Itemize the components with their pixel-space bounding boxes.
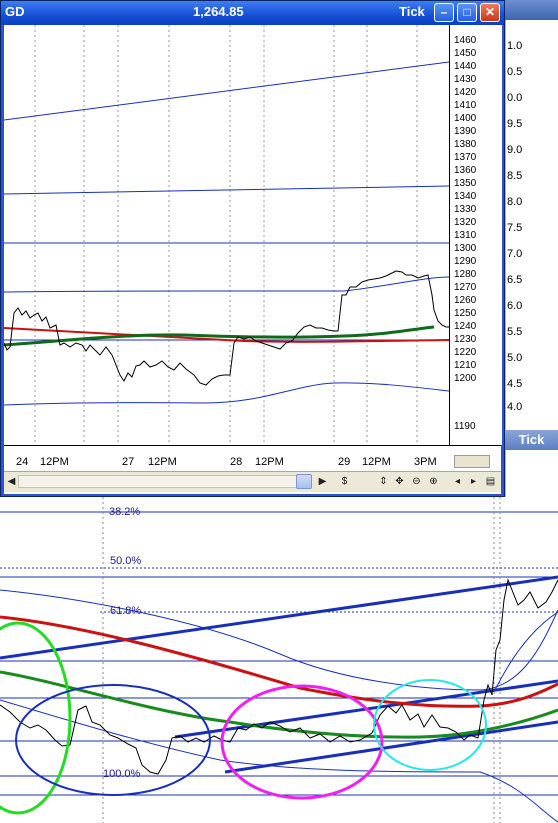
- xtick: 12PM: [362, 456, 391, 468]
- chart-window[interactable]: GD 1,264.85 Tick – □ ✕ 1460 1450 1440 14…: [0, 0, 505, 497]
- band-lower-thin: [0, 699, 558, 823]
- ytick: 1460: [454, 35, 477, 46]
- xtick: 28: [230, 456, 243, 468]
- chart-toolbar[interactable]: ◀ ▶ $ ⇕ ✥ ⊖ ⊕ ◂ ▸ ▤: [4, 471, 501, 492]
- price-plot[interactable]: [4, 25, 449, 445]
- xtick: 27: [122, 456, 135, 468]
- xtick: 12PM: [255, 456, 284, 468]
- ytick: 1230: [454, 334, 477, 345]
- ytick: 1390: [454, 126, 477, 137]
- ytick2: 9.0: [507, 144, 523, 156]
- chart-area[interactable]: 1460 1450 1440 1430 1420 1410 1400 1390 …: [4, 25, 502, 494]
- band-lower: [4, 382, 449, 406]
- ytick: 1280: [454, 269, 477, 280]
- ytick: 1220: [454, 347, 477, 358]
- ytick: 1320: [454, 217, 477, 228]
- band-upper: [4, 276, 449, 293]
- ma-green-top: [4, 325, 435, 347]
- trend-upper: [0, 575, 558, 660]
- ytick: 1250: [454, 308, 477, 319]
- background-window-titlebar[interactable]: [505, 0, 558, 20]
- secondary-scale: 1.0 0.5 0.0 9.5 9.0 8.5 8.0 7.5 7.0 6.5 …: [507, 40, 547, 420]
- move-icon[interactable]: ✥: [393, 474, 406, 489]
- circle-cyan: [373, 679, 487, 771]
- xtick: 29: [338, 456, 351, 468]
- ytick2: 1.0: [507, 40, 523, 52]
- ytick: 1190: [454, 421, 476, 432]
- ytick: 1370: [454, 152, 477, 163]
- zoom-in-icon[interactable]: ⊕: [427, 474, 440, 489]
- ytick2: 0.0: [507, 92, 523, 104]
- minimize-icon[interactable]: –: [434, 3, 454, 22]
- xtick: 24: [16, 456, 29, 468]
- ytick2: 6.5: [507, 274, 523, 286]
- flag-icon[interactable]: [454, 455, 490, 468]
- ytick2: 7.5: [507, 222, 523, 234]
- maximize-icon[interactable]: □: [457, 3, 477, 22]
- prev-icon[interactable]: ◂: [451, 474, 464, 489]
- ytick: 1420: [454, 87, 477, 98]
- title-bar[interactable]: GD 1,264.85 Tick – □ ✕: [1, 1, 504, 25]
- ytick: 1350: [454, 178, 477, 189]
- ytick: 1260: [454, 295, 477, 306]
- price-axis[interactable]: 1460 1450 1440 1430 1420 1410 1400 1390 …: [449, 25, 502, 445]
- price-label: 1,264.85: [193, 4, 244, 19]
- ytick: 1360: [454, 165, 477, 176]
- ytick: 1330: [454, 204, 477, 215]
- ytick2: 8.0: [507, 196, 523, 208]
- ytick: 1210: [454, 360, 477, 371]
- xtick: 12PM: [40, 456, 69, 468]
- symbol-label: GD: [5, 4, 25, 19]
- close-icon[interactable]: ✕: [480, 3, 500, 22]
- ytick: 1430: [454, 74, 477, 85]
- scroll-right-icon[interactable]: ▶: [316, 474, 329, 489]
- h-level-1360: [4, 185, 449, 195]
- fib-label-618: 61.8%: [110, 605, 142, 617]
- ytick: 1290: [454, 256, 477, 267]
- updown-icon[interactable]: ⇕: [377, 474, 390, 489]
- ytick2: 0.5: [507, 66, 523, 78]
- price-line: [4, 270, 449, 386]
- ytick2: 9.5: [507, 118, 523, 130]
- ytick: 1450: [454, 48, 477, 59]
- circle-magenta: [220, 684, 384, 800]
- scroll-left-icon[interactable]: ◀: [5, 474, 18, 489]
- price-line-bottom: [0, 578, 558, 775]
- ytick: 1200: [454, 373, 477, 384]
- fib-label-38: 38.2%: [109, 506, 141, 518]
- ytick2: 6.0: [507, 300, 523, 312]
- xtick: 12PM: [148, 456, 177, 468]
- scroll-thumb[interactable]: [296, 474, 312, 489]
- zoom-out-icon[interactable]: ⊖: [410, 474, 423, 489]
- ytick: 1270: [454, 282, 477, 293]
- ytick2: 4.5: [507, 378, 523, 390]
- fib-label-50: 50.0%: [110, 555, 142, 567]
- ytick: 1310: [454, 230, 477, 241]
- ytick2: 7.0: [507, 248, 523, 260]
- ytick: 1300: [454, 243, 477, 254]
- ytick2: 5.5: [507, 326, 523, 338]
- ytick: 1410: [454, 100, 477, 111]
- options-icon[interactable]: ▤: [484, 474, 497, 489]
- xtick: 3PM: [414, 456, 437, 468]
- next-icon[interactable]: ▸: [467, 474, 480, 489]
- scroll-track[interactable]: [18, 475, 298, 488]
- band-curve-right: [494, 611, 558, 691]
- background-window-mode[interactable]: Tick: [505, 430, 558, 450]
- ytick2: 5.0: [507, 352, 523, 364]
- ytick: 1440: [454, 61, 477, 72]
- trend-line-top: [4, 61, 449, 121]
- ytick: 1380: [454, 139, 477, 150]
- ytick2: 8.5: [507, 170, 523, 182]
- interval-label: Tick: [399, 4, 425, 19]
- ytick: 1400: [454, 113, 477, 124]
- sync-icon[interactable]: $: [338, 474, 351, 489]
- ytick2: 4.0: [507, 401, 523, 413]
- time-axis[interactable]: 24 12PM 27 12PM 28 12PM 29 12PM 3PM: [4, 445, 501, 472]
- ytick: 1240: [454, 321, 477, 332]
- band-upper-thin: [0, 589, 558, 691]
- fib-label-100: 100.0%: [103, 768, 141, 780]
- ytick: 1340: [454, 191, 477, 202]
